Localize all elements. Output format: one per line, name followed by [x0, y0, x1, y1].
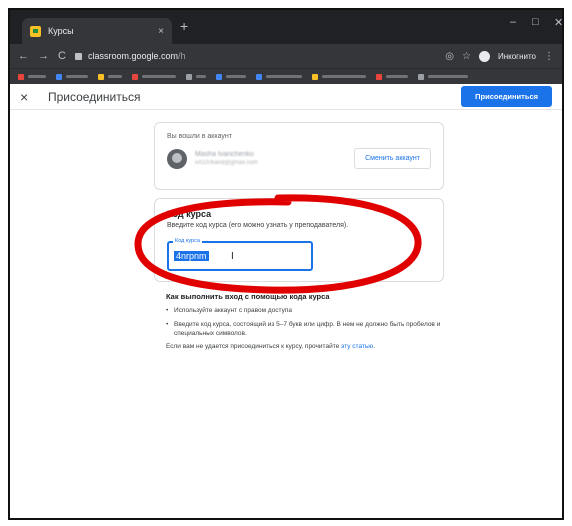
back-arrow-icon[interactable]: ← — [18, 50, 29, 62]
forward-arrow-icon[interactable]: → — [38, 50, 49, 62]
help-end: . — [373, 343, 375, 350]
url-host: classroom.google.com — [87, 51, 178, 61]
bookmark-item[interactable] — [418, 73, 468, 80]
maximize-button[interactable]: □ — [532, 16, 539, 28]
user-name: Masha Ivanchenko — [195, 151, 254, 158]
instructions-title: Как выполнить вход с помощью кода курса — [166, 292, 330, 301]
close-icon[interactable]: × — [20, 89, 40, 105]
signed-in-label: Вы вошли в аккаунт — [167, 133, 232, 140]
bookmark-favicon-icon — [98, 73, 104, 80]
instructions-list: • Используйте аккаунт с правом доступа •… — [166, 306, 446, 338]
instruction-text: Введите код курса, состоящий из 5–7 букв… — [174, 321, 441, 337]
switch-account-button[interactable]: Сменить аккаунт — [354, 148, 431, 169]
classroom-favicon-icon — [30, 25, 41, 37]
tracking-eye-icon[interactable]: ◎ — [445, 51, 454, 62]
tab-title: Курсы — [48, 26, 74, 36]
bookmark-label-blurred — [28, 75, 46, 78]
course-code-card: Код курса Введите код курса (его можно у… — [154, 198, 444, 282]
account-card: Вы вошли в аккаунт Masha Ivanchenko ivf3… — [154, 122, 444, 190]
bookmark-favicon-icon — [56, 73, 62, 80]
bookmark-label-blurred — [226, 75, 246, 78]
browser-toolbar: ← → C classroom.google.com /h ◎ ☆ Инкогн… — [10, 44, 562, 68]
user-email: ivf3206and@gmail.com — [195, 160, 258, 166]
bullet-icon: • — [166, 321, 169, 328]
join-app-bar: × Присоединиться Присоединиться — [10, 84, 562, 110]
bookmark-favicon-icon — [132, 73, 138, 80]
user-info: Masha Ivanchenko ivf3206and@gmail.com — [195, 151, 354, 166]
bookmark-favicon-icon — [312, 73, 318, 80]
bookmark-item[interactable] — [376, 73, 408, 80]
incognito-label: Инкогнито — [497, 51, 536, 61]
toolbar-right: ◎ ☆ Инкогнито ⋮ — [445, 50, 554, 62]
incognito-icon[interactable] — [478, 50, 490, 62]
avatar — [167, 148, 187, 169]
course-code-field-label: Код курса — [173, 238, 202, 244]
lock-icon — [74, 52, 82, 60]
reload-icon[interactable]: C — [58, 50, 66, 62]
bookmark-item[interactable] — [216, 73, 246, 80]
help-text: Если вам не удается присоединиться к кур… — [166, 343, 342, 350]
bookmark-item[interactable] — [256, 73, 302, 80]
classroom-page: × Присоединиться Присоединиться Вы вошли… — [10, 84, 562, 518]
bookmark-label-blurred — [386, 75, 408, 78]
bookmark-label-blurred — [142, 75, 176, 78]
course-code-description: Введите код курса (его можно узнать у пр… — [167, 222, 349, 229]
bookmark-favicon-icon — [376, 73, 382, 80]
bullet-icon: • — [166, 307, 169, 314]
bookmark-label-blurred — [428, 75, 468, 78]
join-button[interactable]: Присоединиться — [461, 86, 552, 107]
instructions: Как выполнить вход с помощью кода курса … — [166, 292, 446, 350]
star-bookmark-icon[interactable]: ☆ — [462, 51, 471, 62]
bookmark-item[interactable] — [56, 73, 88, 80]
bookmark-favicon-icon — [216, 73, 222, 80]
course-code-value[interactable]: 4nrpnm — [174, 251, 209, 261]
bookmark-item[interactable] — [18, 73, 46, 80]
page-title: Присоединиться — [48, 89, 141, 104]
text-cursor-icon: I — [231, 251, 234, 262]
address-bar[interactable]: classroom.google.com /h — [74, 47, 445, 65]
bookmark-item[interactable] — [312, 73, 366, 80]
bookmark-item[interactable] — [98, 73, 122, 80]
url-path: /h — [178, 51, 186, 61]
screenshot-frame: Курсы × + – □ ✕ ← → C classroom.google.c… — [8, 8, 564, 520]
list-item: • Введите код курса, состоящий из 5–7 бу… — [166, 320, 446, 338]
bookmark-favicon-icon — [256, 73, 262, 80]
user-row: Masha Ivanchenko ivf3206and@gmail.com См… — [167, 148, 431, 169]
course-code-title: Код курса — [167, 209, 212, 219]
bookmark-item[interactable] — [132, 73, 176, 80]
help-link[interactable]: эту статью — [341, 343, 373, 350]
bookmark-label-blurred — [196, 75, 206, 78]
minimize-button[interactable]: – — [510, 16, 516, 28]
browser-tab[interactable]: Курсы × — [22, 18, 172, 44]
bookmark-favicon-icon — [418, 73, 424, 80]
help-row: Если вам не удается присоединиться к кур… — [166, 343, 446, 350]
menu-dots-icon[interactable]: ⋮ — [544, 51, 554, 62]
bookmark-label-blurred — [66, 75, 88, 78]
tab-close-icon[interactable]: × — [158, 26, 164, 37]
bookmark-favicon-icon — [18, 73, 24, 80]
bookmark-label-blurred — [108, 75, 122, 78]
list-item: • Используйте аккаунт с правом доступа — [166, 306, 446, 315]
bookmark-item[interactable] — [186, 73, 206, 80]
course-code-input[interactable]: Код курса 4nrpnm I — [167, 238, 313, 271]
bookmarks-bar — [10, 68, 562, 84]
new-tab-button[interactable]: + — [180, 18, 188, 34]
close-window-button[interactable]: ✕ — [554, 16, 562, 29]
bookmark-label-blurred — [266, 75, 302, 78]
browser-tab-bar: Курсы × + – □ ✕ — [10, 10, 562, 44]
bookmark-label-blurred — [322, 75, 366, 78]
bookmark-favicon-icon — [186, 73, 192, 80]
instruction-text: Используйте аккаунт с правом доступа — [174, 307, 292, 314]
